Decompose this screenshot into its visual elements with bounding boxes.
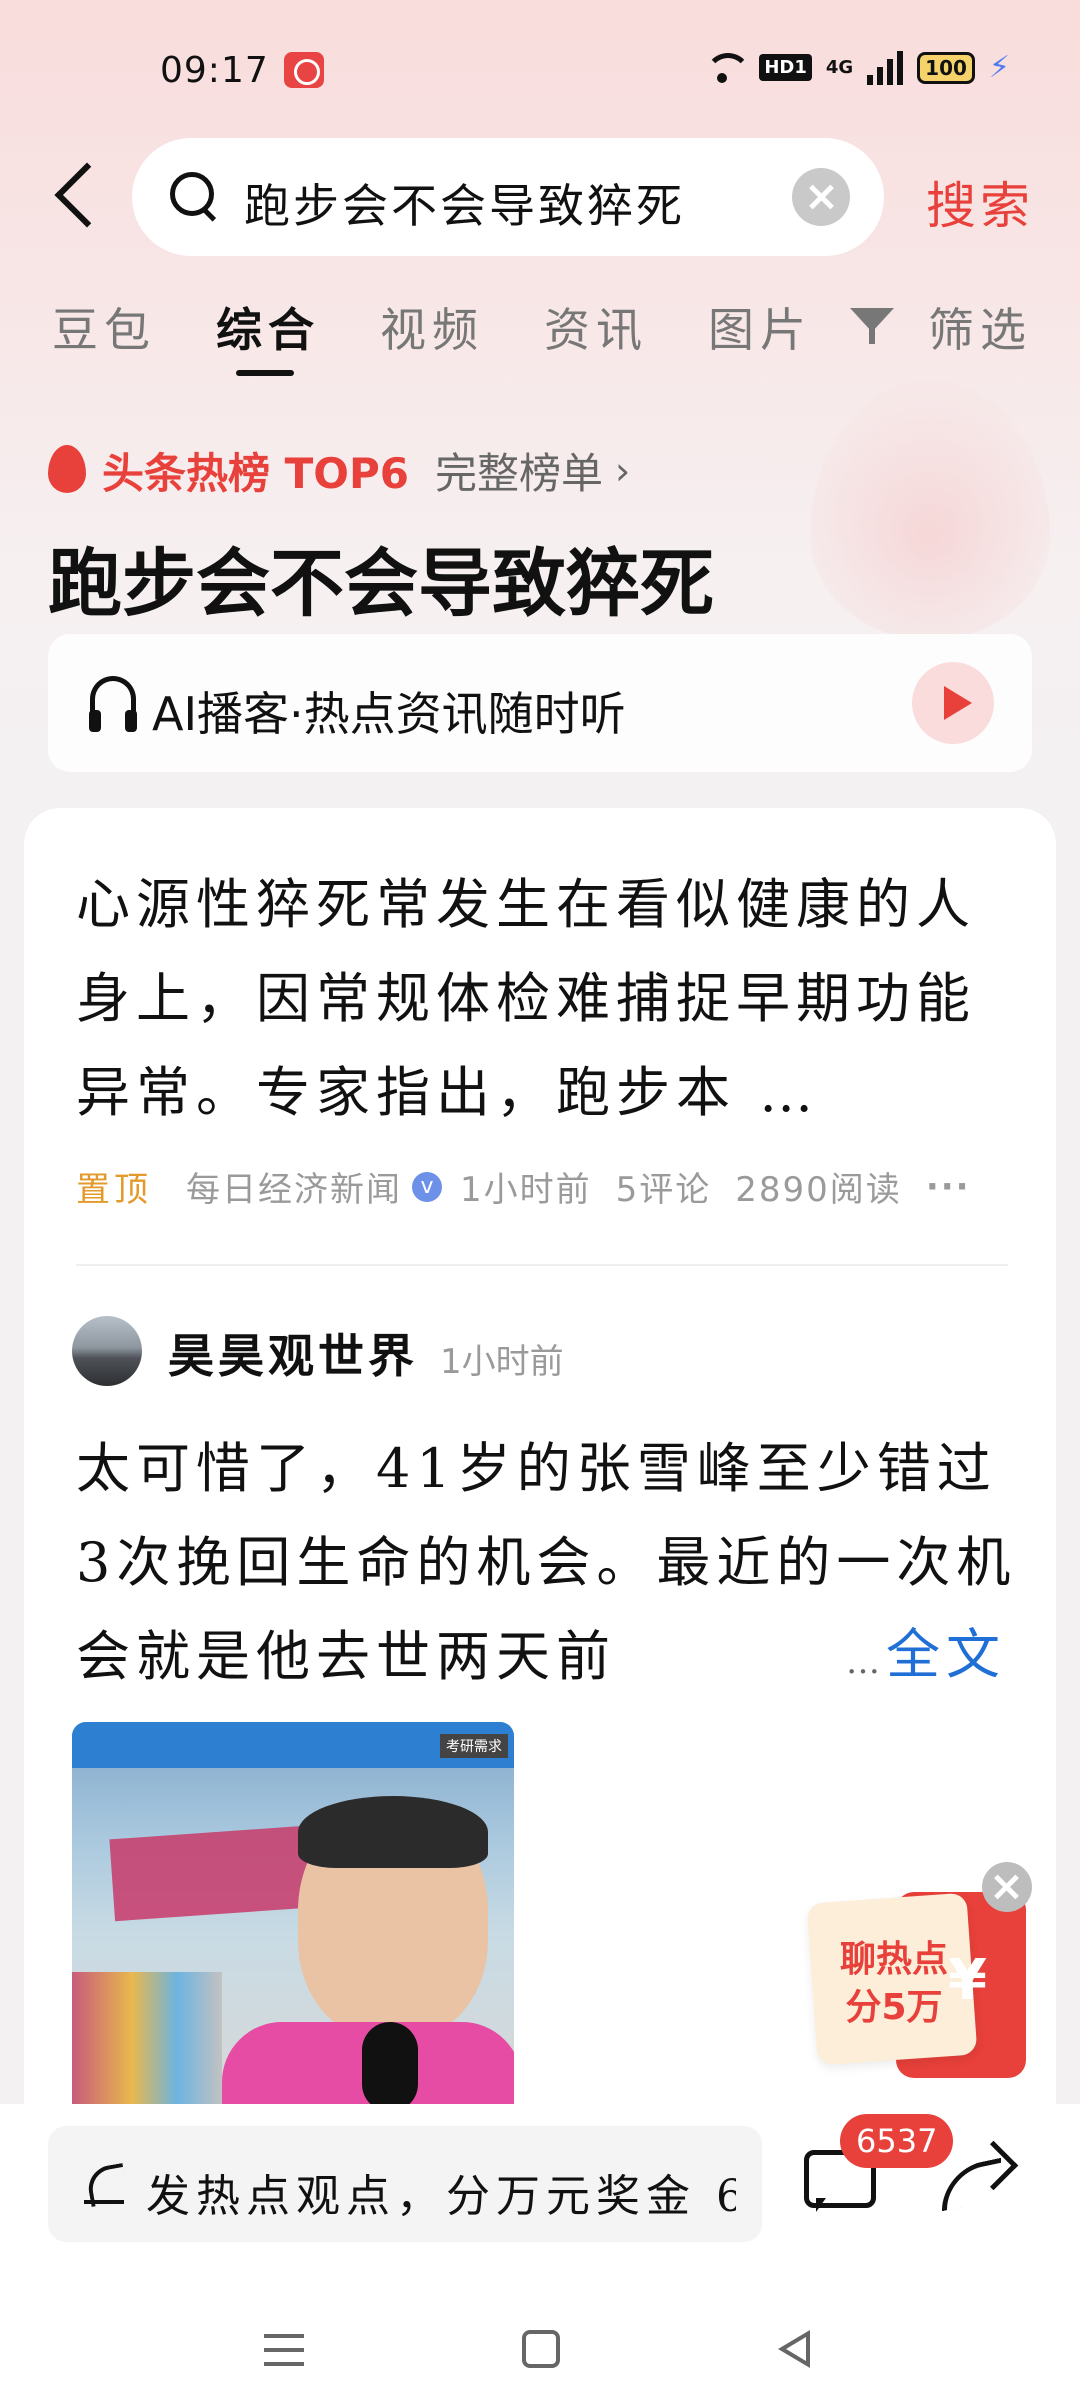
tab-video[interactable]: 视频: [380, 294, 484, 360]
search-button[interactable]: 搜索: [926, 166, 1034, 238]
ai-podcast-text: AI播客·热点资讯随时听: [152, 687, 626, 741]
active-tab-indicator: [236, 370, 294, 376]
wifi-icon: [703, 51, 752, 85]
home-icon[interactable]: [522, 2330, 560, 2368]
read-count: 2890阅读: [735, 1170, 902, 1210]
image-crowd: [72, 1972, 222, 2108]
author-time: 1小时前: [440, 1342, 564, 1382]
comment-placeholder: 发热点观点，分万元奖金 6.: [146, 2171, 736, 2222]
search-query[interactable]: 跑步会不会导致猝死: [244, 170, 685, 236]
network-type: 4G: [825, 57, 854, 78]
image-microphone: [362, 2022, 418, 2108]
signal-icon: [867, 50, 904, 85]
source-name[interactable]: 每日经济新闻: [186, 1162, 402, 1211]
app-notification-icon: [284, 52, 324, 88]
more-icon[interactable]: ···: [926, 1167, 971, 1207]
full-list-link[interactable]: 完整榜单: [435, 440, 603, 501]
yuan-icon: ¥: [948, 1948, 987, 2013]
ai-podcast-bar[interactable]: AI播客·热点资讯随时听: [48, 634, 1032, 772]
hot-list-row[interactable]: 头条热榜 TOP6 完整榜单 ›: [48, 440, 630, 501]
verify-icon: v: [412, 1171, 442, 1202]
image-tag: 考研需求: [440, 1734, 508, 1758]
nav-back-icon[interactable]: [778, 2330, 810, 2368]
read-more-link[interactable]: …全文: [846, 1610, 1006, 1689]
fire-icon: [48, 444, 86, 493]
share-icon[interactable]: [936, 2146, 1010, 2214]
hot-list-label: 头条热榜 TOP6: [102, 449, 409, 498]
bottom-bar: 发热点观点，分万元奖金 6. 6537: [0, 2104, 1080, 2400]
charging-icon: ⚡: [988, 50, 1010, 85]
comment-input[interactable]: 发热点观点，分万元奖金 6.: [48, 2126, 762, 2242]
battery-icon: 100: [917, 51, 975, 84]
promo-widget[interactable]: 聊热点分5万 ¥: [806, 1892, 1028, 2084]
filter-icon[interactable]: [850, 302, 902, 346]
clear-icon[interactable]: [792, 168, 850, 226]
search-input[interactable]: 跑步会不会导致猝死: [132, 138, 884, 256]
post-time: 1小时前: [460, 1170, 592, 1210]
image-hair: [298, 1796, 488, 1868]
chevron-right-icon: ›: [615, 448, 631, 493]
status-time: 09:17: [160, 50, 269, 91]
tab-news[interactable]: 资讯: [544, 294, 648, 360]
back-icon[interactable]: [50, 160, 110, 232]
search-icon: [170, 172, 218, 220]
summary-meta: 置顶 每日经济新闻 v 1小时前 5评论 2890阅读 ···: [76, 1162, 971, 1211]
tab-general[interactable]: 综合: [216, 294, 320, 360]
comment-count: 5评论: [615, 1170, 712, 1210]
promo-text: 聊热点分5万: [839, 1939, 948, 2028]
pen-icon: [82, 2162, 126, 2206]
divider: [76, 1264, 1008, 1266]
avatar[interactable]: [72, 1316, 142, 1386]
pinned-badge: 置顶: [76, 1170, 152, 1210]
menu-icon[interactable]: [264, 2334, 304, 2366]
tab-filter[interactable]: 筛选: [928, 294, 1032, 360]
hd-badge: HD1: [759, 54, 812, 81]
post-image[interactable]: 考研需求: [72, 1722, 514, 2108]
status-bar: 09:17 HD1 4G 100 ⚡: [0, 0, 1080, 140]
play-icon[interactable]: [912, 662, 994, 744]
summary-text[interactable]: 心源性猝死常发生在看似健康的人身上，因常规体检难捕捉早期功能异常。专家指出，跑步…: [76, 858, 996, 1140]
author-name[interactable]: 昊昊观世界: [168, 1320, 418, 1386]
close-icon[interactable]: [982, 1862, 1032, 1912]
status-indicators: HD1 4G 100 ⚡: [703, 50, 1010, 85]
tab-doubao[interactable]: 豆包: [52, 294, 156, 360]
system-nav-bar: [0, 2300, 1080, 2400]
read-more-label: 全文: [886, 1623, 1006, 1686]
topic-title: 跑步会不会导致猝死: [48, 541, 714, 627]
ellipsis: …: [846, 1642, 886, 1682]
headphone-icon: [89, 676, 137, 732]
tab-images[interactable]: 图片: [708, 294, 812, 360]
image-banner: [109, 1824, 325, 1922]
